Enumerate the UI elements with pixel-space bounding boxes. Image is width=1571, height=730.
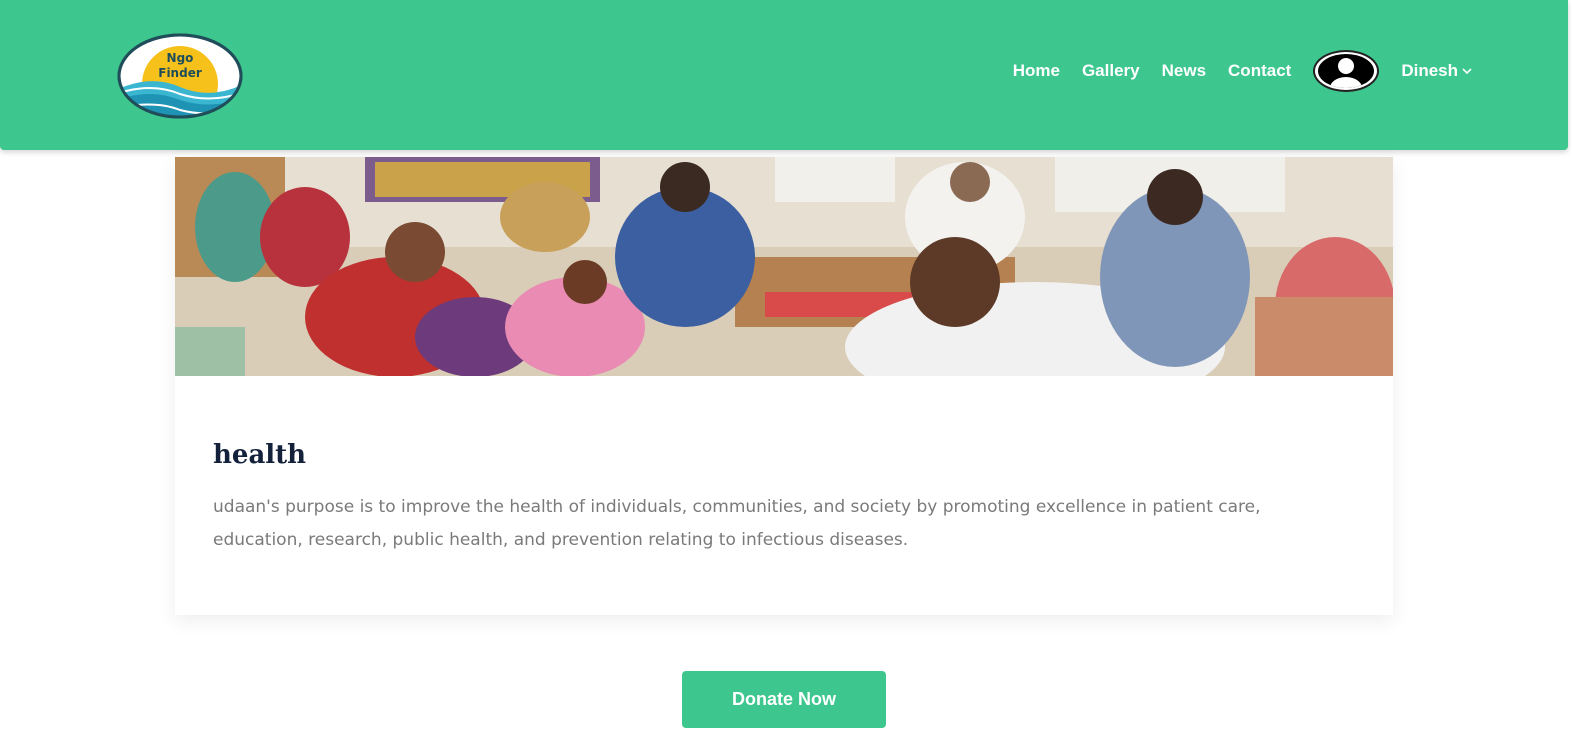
main-nav: Home Gallery News Contact Dinesh (1013, 50, 1473, 92)
ngo-finder-logo[interactable]: Ngo Finder (116, 32, 244, 120)
cause-title: health (213, 440, 307, 470)
nav-contact-link[interactable]: Contact (1228, 61, 1291, 81)
user-silhouette-icon (1318, 54, 1375, 88)
hero-image (175, 157, 1393, 376)
logo-text-line1: Ngo (167, 51, 194, 65)
user-menu-dropdown[interactable]: Dinesh (1401, 61, 1473, 81)
cause-card: health udaan's purpose is to improve the… (175, 157, 1393, 615)
nav-home-link[interactable]: Home (1013, 61, 1060, 81)
donate-now-button[interactable]: Donate Now (682, 671, 886, 728)
cause-description: udaan's purpose is to improve the health… (213, 497, 1261, 550)
nav-news-link[interactable]: News (1162, 61, 1206, 81)
user-avatar[interactable] (1313, 50, 1380, 92)
nav-gallery-link[interactable]: Gallery (1082, 61, 1140, 81)
user-name: Dinesh (1401, 61, 1458, 80)
navbar: Ngo Finder Home Gallery News Contact Din… (0, 0, 1568, 150)
chevron-down-icon (1462, 68, 1472, 75)
logo-text-line2: Finder (158, 66, 202, 80)
